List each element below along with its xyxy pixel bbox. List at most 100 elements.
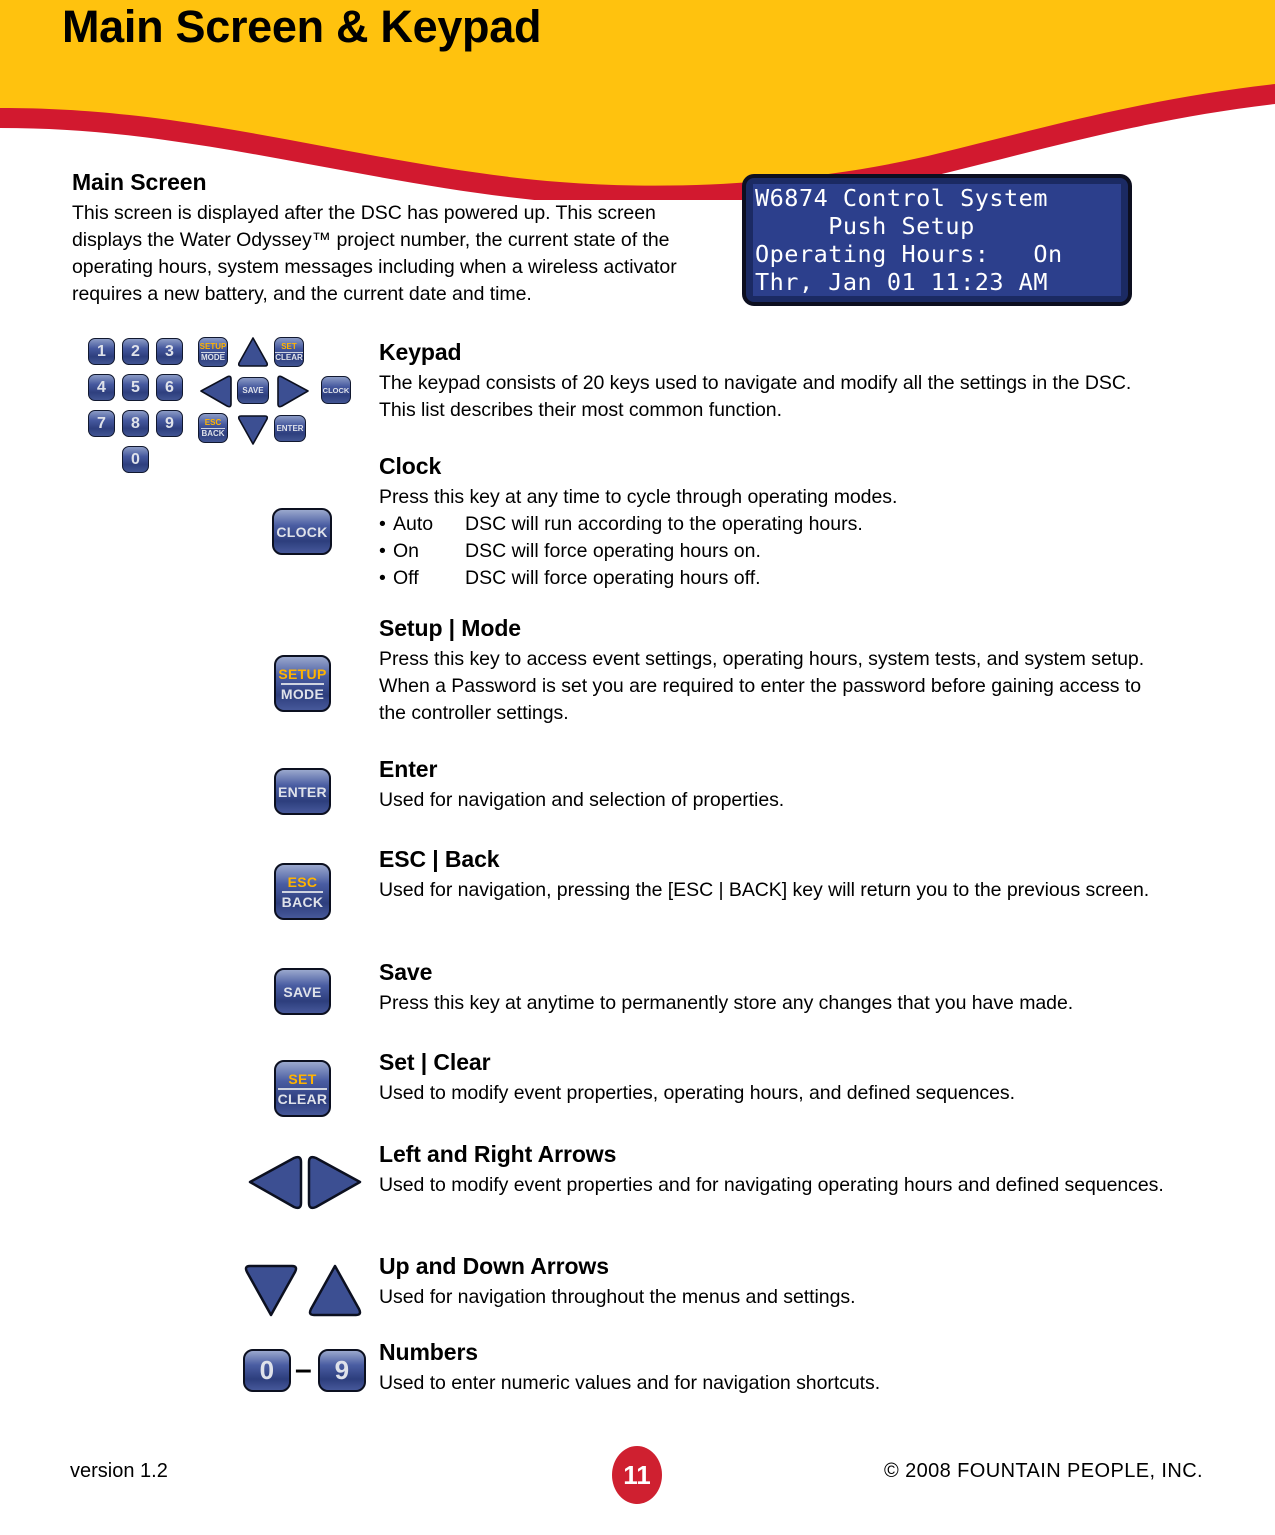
section-keypad-heading: Keypad — [379, 339, 462, 365]
section-numbers-body: Used to enter numeric values and for nav… — [379, 1372, 881, 1394]
section-enter-heading: Enter — [379, 756, 438, 782]
clock-key-icon[interactable]: CLOCK — [272, 508, 332, 555]
lcd-line-3: Operating Hours: On — [755, 240, 1063, 268]
section-set-clear-body: Used to modify event properties, operati… — [379, 1082, 1015, 1104]
mode-term: On — [393, 540, 420, 562]
section-esc-back: ESC | Back Used for navigation, pressing… — [379, 845, 1169, 904]
section-numbers-heading: Numbers — [379, 1339, 478, 1365]
keypad-back-label: BACK — [201, 427, 225, 438]
section-setup-mode-body: Press this key to access event settings,… — [379, 648, 1145, 724]
section-keypad: Keypad The keypad consists of 20 keys us… — [379, 338, 1169, 424]
section-set-clear: Set | Clear Used to modify event propert… — [379, 1048, 1169, 1107]
keypad-up-arrow-icon[interactable] — [236, 336, 270, 368]
mode-desc: DSC will run according to the operating … — [465, 513, 863, 535]
mode-term: Off — [393, 567, 419, 589]
number-key-9-icon[interactable]: 9 — [318, 1349, 366, 1392]
lcd-display: W6874 Control System Push Setup Operatin… — [742, 174, 1132, 306]
main-screen-intro: Main Screen This screen is displayed aft… — [72, 168, 702, 308]
esc-back-key-icon[interactable]: ESC BACK — [274, 863, 331, 920]
clock-mode-list: • Auto DSC will run according to the ope… — [379, 511, 1169, 592]
section-clock-body: Press this key at any time to cycle thro… — [379, 486, 898, 508]
save-key-icon[interactable]: SAVE — [274, 968, 331, 1015]
section-clock: Clock Press this key at any time to cycl… — [379, 452, 1169, 592]
section-up-down-arrows: Up and Down Arrows Used for navigation t… — [379, 1252, 1169, 1311]
keypad-mode-label: MODE — [201, 351, 225, 362]
keypad-key-4[interactable]: 4 — [88, 374, 115, 401]
list-item: • Auto DSC will run according to the ope… — [379, 511, 1169, 538]
setup-key-label: SETUP — [278, 665, 327, 682]
copyright-notice: © 2008 FOUNTAIN PEOPLE, INC. — [884, 1460, 1203, 1482]
lcd-screen-area: W6874 Control System Push Setup Operatin… — [753, 184, 1121, 296]
section-keypad-body: The keypad consists of 20 keys used to n… — [379, 372, 1132, 421]
keypad-key-6[interactable]: 6 — [156, 374, 183, 401]
set-clear-key-icon[interactable]: SET CLEAR — [274, 1060, 331, 1117]
keypad-esc-label: ESC — [204, 418, 222, 427]
keypad-right-arrow-icon[interactable] — [275, 375, 311, 408]
section-esc-back-heading: ESC | Back — [379, 846, 500, 872]
section-enter-body: Used for navigation and selection of pro… — [379, 789, 785, 811]
right-arrow-icon[interactable] — [306, 1155, 364, 1210]
section-esc-back-body: Used for navigation, pressing the [ESC |… — [379, 879, 1150, 901]
keypad-key-setup-mode[interactable]: SETUP MODE — [198, 337, 228, 367]
keypad-key-set-clear[interactable]: SET CLEAR — [274, 337, 304, 367]
section-save: Save Press this key at anytime to perman… — [379, 958, 1169, 1017]
keypad-key-7[interactable]: 7 — [88, 410, 115, 437]
mode-term: Auto — [393, 513, 434, 535]
lcd-line-2: Push Setup — [755, 212, 975, 240]
back-key-label: BACK — [281, 890, 324, 910]
mode-desc: DSC will force operating hours off. — [465, 567, 761, 589]
section-save-heading: Save — [379, 959, 433, 985]
setup-mode-key-icon[interactable]: SETUP MODE — [274, 655, 331, 712]
keypad-key-1[interactable]: 1 — [88, 338, 115, 365]
keypad-set-label: SET — [281, 342, 297, 351]
bullet-marker: • — [379, 513, 386, 535]
page-title: Main Screen & Keypad — [62, 1, 542, 52]
keypad-overview-diagram: 1 2 3 4 5 6 7 8 9 0 SETUP MODE SET CLEAR… — [88, 336, 360, 473]
keypad-key-3[interactable]: 3 — [156, 338, 183, 365]
section-left-right-arrows-heading: Left and Right Arrows — [379, 1141, 617, 1167]
section-clock-heading: Clock — [379, 453, 442, 479]
clear-key-label: CLEAR — [277, 1087, 328, 1107]
page-number-badge: 11 — [612, 1446, 662, 1504]
keypad-key-2[interactable]: 2 — [122, 338, 149, 365]
lcd-line-1: W6874 Control System — [755, 184, 1048, 212]
keypad-key-0[interactable]: 0 — [122, 446, 149, 473]
intro-body: This screen is displayed after the DSC h… — [72, 202, 677, 305]
section-setup-mode: Setup | Mode Press this key to access ev… — [379, 614, 1169, 727]
keypad-key-clock[interactable]: CLOCK — [321, 376, 351, 404]
keypad-key-esc-back[interactable]: ESC BACK — [198, 413, 228, 443]
enter-key-icon[interactable]: ENTER — [274, 768, 331, 815]
mode-desc: DSC will force operating hours on. — [465, 540, 761, 562]
section-up-down-arrows-heading: Up and Down Arrows — [379, 1253, 609, 1279]
section-up-down-arrows-body: Used for navigation throughout the menus… — [379, 1286, 856, 1308]
keypad-key-enter[interactable]: ENTER — [274, 415, 306, 442]
section-setup-mode-heading: Setup | Mode — [379, 615, 521, 641]
section-numbers: Numbers Used to enter numeric values and… — [379, 1338, 1169, 1397]
set-key-label: SET — [288, 1070, 317, 1087]
section-left-right-arrows: Left and Right Arrows Used to modify eve… — [379, 1140, 1169, 1199]
number-range-separator: – — [295, 1353, 312, 1386]
keypad-key-save[interactable]: SAVE — [237, 377, 269, 404]
keypad-key-5[interactable]: 5 — [122, 374, 149, 401]
version-label: version 1.2 — [70, 1460, 168, 1482]
page-footer: version 1.2 11 © 2008 FOUNTAIN PEOPLE, I… — [0, 1446, 1275, 1512]
mode-key-label: MODE — [280, 682, 325, 702]
up-arrow-icon[interactable] — [306, 1263, 364, 1318]
keypad-clear-label: CLEAR — [275, 351, 303, 362]
keypad-setup-label: SETUP — [199, 342, 227, 351]
esc-key-label: ESC — [287, 873, 318, 890]
bullet-marker: • — [379, 567, 386, 589]
section-left-right-arrows-body: Used to modify event properties and for … — [379, 1174, 1164, 1196]
section-save-body: Press this key at anytime to permanently… — [379, 992, 1074, 1014]
keypad-key-9[interactable]: 9 — [156, 410, 183, 437]
keypad-left-arrow-icon[interactable] — [198, 375, 234, 408]
keypad-key-8[interactable]: 8 — [122, 410, 149, 437]
bullet-marker: • — [379, 540, 386, 562]
keypad-down-arrow-icon[interactable] — [236, 414, 270, 446]
section-set-clear-heading: Set | Clear — [379, 1049, 491, 1075]
left-arrow-icon[interactable] — [246, 1155, 304, 1210]
number-key-0-icon[interactable]: 0 — [243, 1349, 291, 1392]
list-item: • Off DSC will force operating hours off… — [379, 565, 1169, 592]
down-arrow-icon[interactable] — [242, 1263, 300, 1318]
lcd-line-4: Thr, Jan 01 11:23 AM — [755, 268, 1048, 296]
